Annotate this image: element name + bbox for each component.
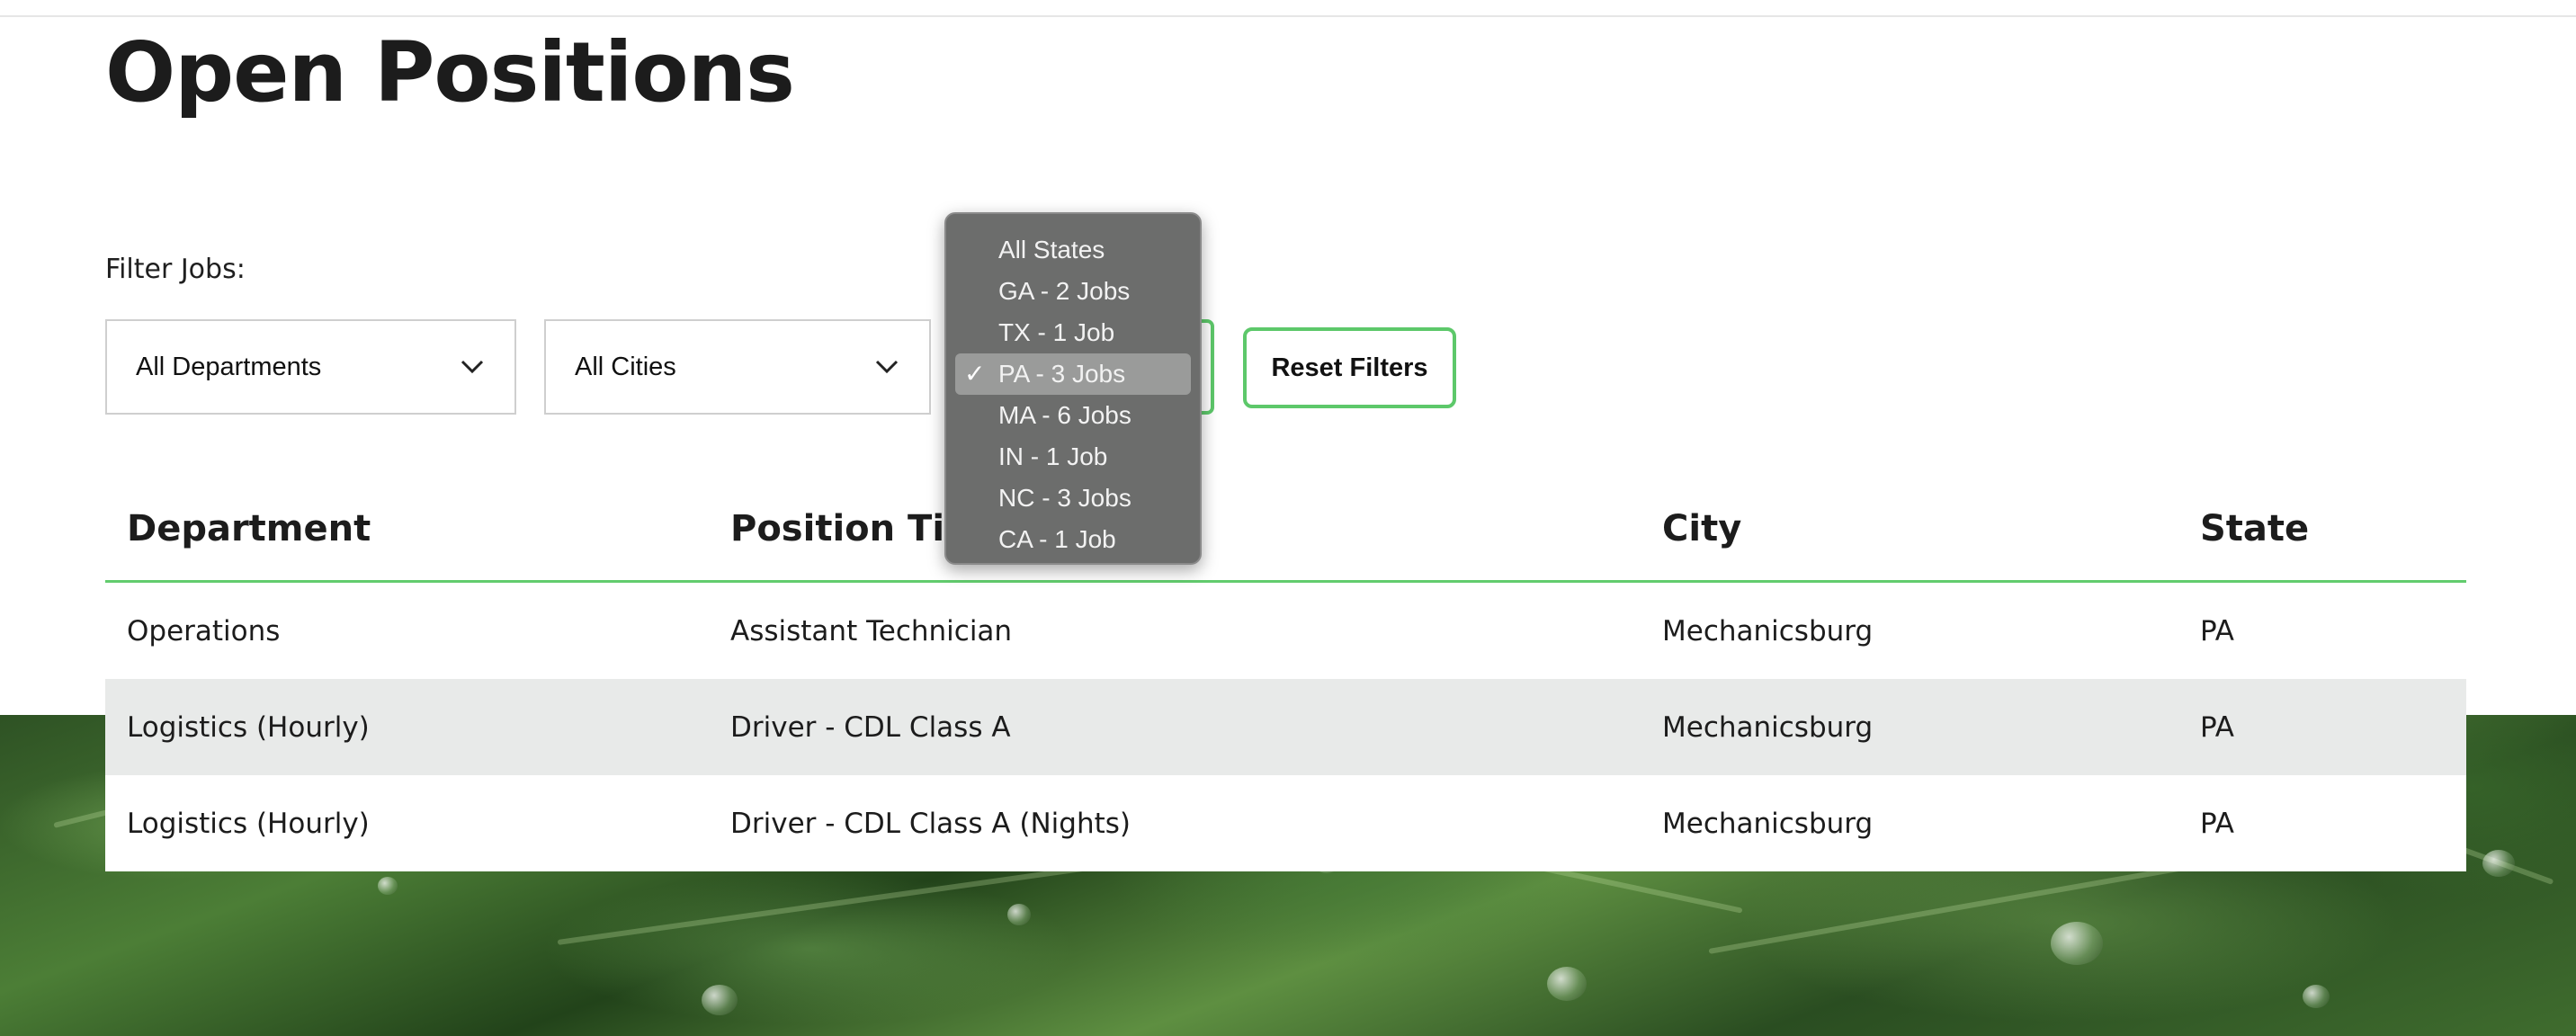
header-divider: [0, 0, 2576, 17]
page-title: Open Positions: [105, 24, 795, 121]
city-select-value: All Cities: [575, 352, 676, 381]
cell-city: Mechanicsburg: [1641, 581, 2178, 679]
cell-department: Logistics (Hourly): [105, 775, 709, 871]
state-dropdown-menu[interactable]: All States GA - 2 Jobs TX - 1 Job ✓ PA -…: [944, 212, 1202, 565]
column-header-department: Department: [105, 477, 709, 583]
chevron-down-icon: [873, 353, 900, 380]
table-header-row: Department Position Title City State: [105, 477, 2466, 583]
state-option[interactable]: IN - 1 Job: [955, 436, 1191, 478]
cell-position-title[interactable]: Driver - CDL Class A (Nights): [709, 775, 1641, 871]
cell-department: Operations: [105, 581, 709, 679]
table-row[interactable]: Operations Assistant Technician Mechanic…: [105, 581, 2466, 679]
state-option[interactable]: GA - 2 Jobs: [955, 271, 1191, 312]
state-option[interactable]: TX - 1 Job: [955, 312, 1191, 353]
cell-state: PA: [2178, 775, 2466, 871]
city-select[interactable]: All Cities: [544, 319, 931, 415]
column-header-city: City: [1641, 477, 2178, 583]
cell-city: Mechanicsburg: [1641, 679, 2178, 775]
state-option-selected[interactable]: ✓ PA - 3 Jobs: [955, 353, 1191, 395]
department-select[interactable]: All Departments: [105, 319, 516, 415]
filter-label: Filter Jobs:: [105, 254, 246, 285]
cell-position-title[interactable]: Assistant Technician: [709, 581, 1641, 679]
cell-position-title[interactable]: Driver - CDL Class A: [709, 679, 1641, 775]
column-header-state: State: [2178, 477, 2466, 583]
state-option[interactable]: MA - 6 Jobs: [955, 395, 1191, 436]
cell-city: Mechanicsburg: [1641, 775, 2178, 871]
reset-filters-button[interactable]: Reset Filters: [1243, 327, 1456, 408]
state-option[interactable]: CA - 1 Job: [955, 519, 1191, 560]
table-row[interactable]: Logistics (Hourly) Driver - CDL Class A …: [105, 679, 2466, 775]
cell-department: Logistics (Hourly): [105, 679, 709, 775]
cell-state: PA: [2178, 581, 2466, 679]
table-row[interactable]: Logistics (Hourly) Driver - CDL Class A …: [105, 775, 2466, 871]
state-option[interactable]: All States: [955, 229, 1191, 271]
state-option[interactable]: NC - 3 Jobs: [955, 478, 1191, 519]
department-select-value: All Departments: [136, 352, 322, 381]
cell-state: PA: [2178, 679, 2466, 775]
jobs-table: Department Position Title City State Ope…: [105, 477, 2466, 871]
chevron-down-icon: [459, 353, 486, 380]
checkmark-icon: ✓: [964, 360, 986, 388]
